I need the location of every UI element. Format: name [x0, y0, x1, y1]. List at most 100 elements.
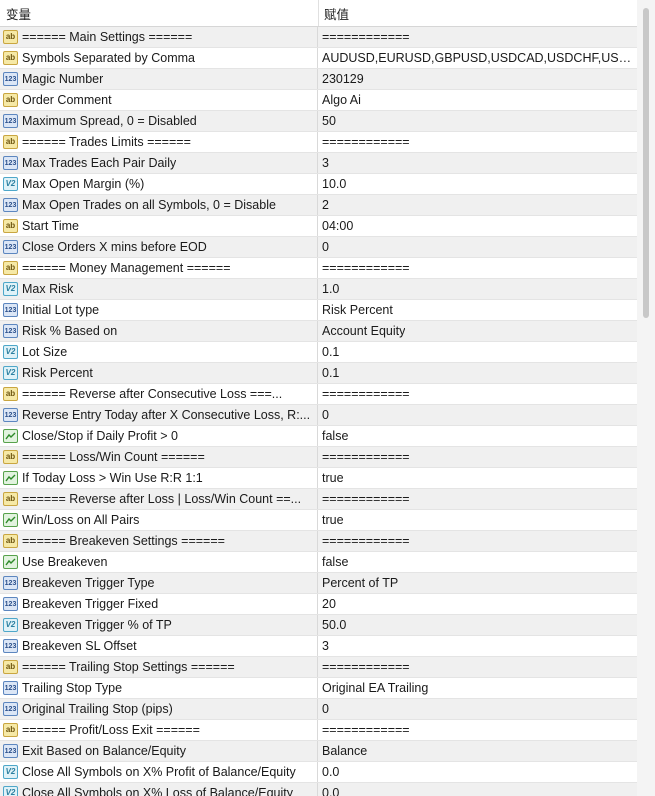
parameter-value[interactable]: 0.0	[322, 765, 339, 779]
parameter-value[interactable]: ============	[322, 135, 410, 149]
parameter-row[interactable]: V2 Close All Symbols on X% Profit of Bala…	[0, 762, 637, 783]
parameter-value[interactable]: true	[322, 471, 344, 485]
parameter-row[interactable]: 123 Max Trades Each Pair Daily 3	[0, 153, 637, 174]
parameter-value[interactable]: 2	[322, 198, 329, 212]
parameter-value-cell[interactable]: ============	[318, 258, 637, 278]
parameter-row[interactable]: 123 Reverse Entry Today after X Consecuti…	[0, 405, 637, 426]
parameter-value[interactable]: Balance	[322, 744, 367, 758]
parameter-value[interactable]: 230129	[322, 72, 364, 86]
parameter-value-cell[interactable]: ============	[318, 132, 637, 152]
parameter-row[interactable]: 123 Close Orders X mins before EOD 0	[0, 237, 637, 258]
parameter-row[interactable]: ab ====== Trades Limits ====== ===========…	[0, 132, 637, 153]
parameter-value[interactable]: 0	[322, 240, 329, 254]
vertical-scrollbar[interactable]	[637, 0, 655, 796]
parameter-value[interactable]: ============	[322, 723, 410, 737]
parameter-value-cell[interactable]: 50.0	[318, 615, 637, 635]
parameter-value[interactable]: ============	[322, 261, 410, 275]
parameter-row[interactable]: V2 Lot Size 0.1	[0, 342, 637, 363]
parameter-value-cell[interactable]: Algo Ai	[318, 90, 637, 110]
parameter-value-cell[interactable]: 0	[318, 405, 637, 425]
parameter-row[interactable]: ab ====== Main Settings ====== ===========…	[0, 27, 637, 48]
parameter-value-cell[interactable]: 20	[318, 594, 637, 614]
parameter-value-cell[interactable]: 2	[318, 195, 637, 215]
parameter-row[interactable]: ab Symbols Separated by Comma AUDUSD,EURUS…	[0, 48, 637, 69]
parameter-value-cell[interactable]: ============	[318, 531, 637, 551]
parameter-row[interactable]: ab ====== Trailing Stop Settings ====== ==…	[0, 657, 637, 678]
parameter-row[interactable]: 123 Original Trailing Stop (pips) 0	[0, 699, 637, 720]
parameter-value-cell[interactable]: ============	[318, 720, 637, 740]
parameter-row[interactable]: 123 Exit Based on Balance/Equity Balance	[0, 741, 637, 762]
parameter-value[interactable]: ============	[322, 30, 410, 44]
parameter-row[interactable]: 123 Maximum Spread, 0 = Disabled 50	[0, 111, 637, 132]
parameter-value-cell[interactable]: 0	[318, 699, 637, 719]
parameter-row[interactable]: ab Order Comment Algo Ai	[0, 90, 637, 111]
parameter-value[interactable]: 0	[322, 408, 329, 422]
parameter-value[interactable]: ============	[322, 534, 410, 548]
parameter-value-cell[interactable]: ============	[318, 489, 637, 509]
parameter-value-cell[interactable]: 1.0	[318, 279, 637, 299]
parameter-value[interactable]: Algo Ai	[322, 93, 361, 107]
parameter-value-cell[interactable]: AUDUSD,EURUSD,GBPUSD,USDCAD,USDCHF,USDJP…	[318, 48, 637, 68]
parameter-value-cell[interactable]: true	[318, 468, 637, 488]
parameter-value-cell[interactable]: false	[318, 552, 637, 572]
parameter-value[interactable]: 3	[322, 639, 329, 653]
parameter-value-cell[interactable]: 0	[318, 237, 637, 257]
parameter-value-cell[interactable]: 3	[318, 636, 637, 656]
parameter-value[interactable]: Risk Percent	[322, 303, 393, 317]
parameter-value-cell[interactable]: 0.1	[318, 342, 637, 362]
parameter-value[interactable]: 04:00	[322, 219, 353, 233]
parameter-value[interactable]: true	[322, 513, 344, 527]
parameter-value[interactable]: 0.0	[322, 786, 339, 796]
parameter-value[interactable]: 0	[322, 702, 329, 716]
parameter-value-cell[interactable]: 04:00	[318, 216, 637, 236]
parameter-row[interactable]: 123 Breakeven SL Offset 3	[0, 636, 637, 657]
parameter-row[interactable]: V2 Risk Percent 0.1	[0, 363, 637, 384]
parameter-row[interactable]: Close/Stop if Daily Profit > 0 false	[0, 426, 637, 447]
parameter-value-cell[interactable]: ============	[318, 384, 637, 404]
parameter-row[interactable]: 123 Initial Lot type Risk Percent	[0, 300, 637, 321]
parameter-row[interactable]: ab Start Time 04:00	[0, 216, 637, 237]
parameter-row[interactable]: V2 Close All Symbols on X% Loss of Balanc…	[0, 783, 637, 796]
parameter-value-cell[interactable]: ============	[318, 27, 637, 47]
parameter-value[interactable]: 50	[322, 114, 336, 128]
parameter-value[interactable]: ============	[322, 492, 410, 506]
parameter-value-cell[interactable]: 0.1	[318, 363, 637, 383]
parameter-value[interactable]: 50.0	[322, 618, 346, 632]
parameter-value[interactable]: Account Equity	[322, 324, 405, 338]
parameter-value[interactable]: 20	[322, 597, 336, 611]
parameter-row[interactable]: If Today Loss > Win Use R:R 1:1 true	[0, 468, 637, 489]
column-header-value[interactable]: 赋值	[319, 0, 637, 26]
parameter-row[interactable]: 123 Trailing Stop Type Original EA Trailin…	[0, 678, 637, 699]
parameter-value-cell[interactable]: Account Equity	[318, 321, 637, 341]
parameter-value-cell[interactable]: true	[318, 510, 637, 530]
parameter-value-cell[interactable]: 50	[318, 111, 637, 131]
parameter-value-cell[interactable]: Original EA Trailing	[318, 678, 637, 698]
parameter-value-cell[interactable]: Percent of TP	[318, 573, 637, 593]
parameter-row[interactable]: V2 Max Risk 1.0	[0, 279, 637, 300]
parameter-row[interactable]: 123 Risk % Based on Account Equity	[0, 321, 637, 342]
parameter-value[interactable]: ============	[322, 387, 410, 401]
parameter-value[interactable]: 3	[322, 156, 329, 170]
parameter-row[interactable]: 123 Magic Number 230129	[0, 69, 637, 90]
parameter-value-cell[interactable]: ============	[318, 447, 637, 467]
parameter-value-cell[interactable]: 0.0	[318, 762, 637, 782]
parameter-value-cell[interactable]: 3	[318, 153, 637, 173]
parameter-row[interactable]: ab ====== Loss/Win Count ====== ==========…	[0, 447, 637, 468]
parameter-row[interactable]: ab ====== Money Management ====== ========…	[0, 258, 637, 279]
parameter-row[interactable]: Use Breakeven false	[0, 552, 637, 573]
parameter-row[interactable]: Win/Loss on All Pairs true	[0, 510, 637, 531]
parameter-value-cell[interactable]: 10.0	[318, 174, 637, 194]
parameter-value-cell[interactable]: false	[318, 426, 637, 446]
parameter-value-cell[interactable]: Risk Percent	[318, 300, 637, 320]
column-header-variable[interactable]: 变量	[0, 0, 319, 26]
parameter-row[interactable]: ab ====== Profit/Loss Exit ====== ========…	[0, 720, 637, 741]
parameter-row[interactable]: 123 Max Open Trades on all Symbols, 0 = D…	[0, 195, 637, 216]
parameter-value[interactable]: false	[322, 429, 348, 443]
parameter-value[interactable]: 1.0	[322, 282, 339, 296]
parameter-row[interactable]: ab ====== Reverse after Consecutive Loss …	[0, 384, 637, 405]
parameter-value[interactable]: ============	[322, 450, 410, 464]
parameter-row[interactable]: ab ====== Breakeven Settings ====== ======…	[0, 531, 637, 552]
parameter-value-cell[interactable]: 230129	[318, 69, 637, 89]
parameter-row[interactable]: V2 Breakeven Trigger % of TP 50.0	[0, 615, 637, 636]
parameter-value[interactable]: 10.0	[322, 177, 346, 191]
